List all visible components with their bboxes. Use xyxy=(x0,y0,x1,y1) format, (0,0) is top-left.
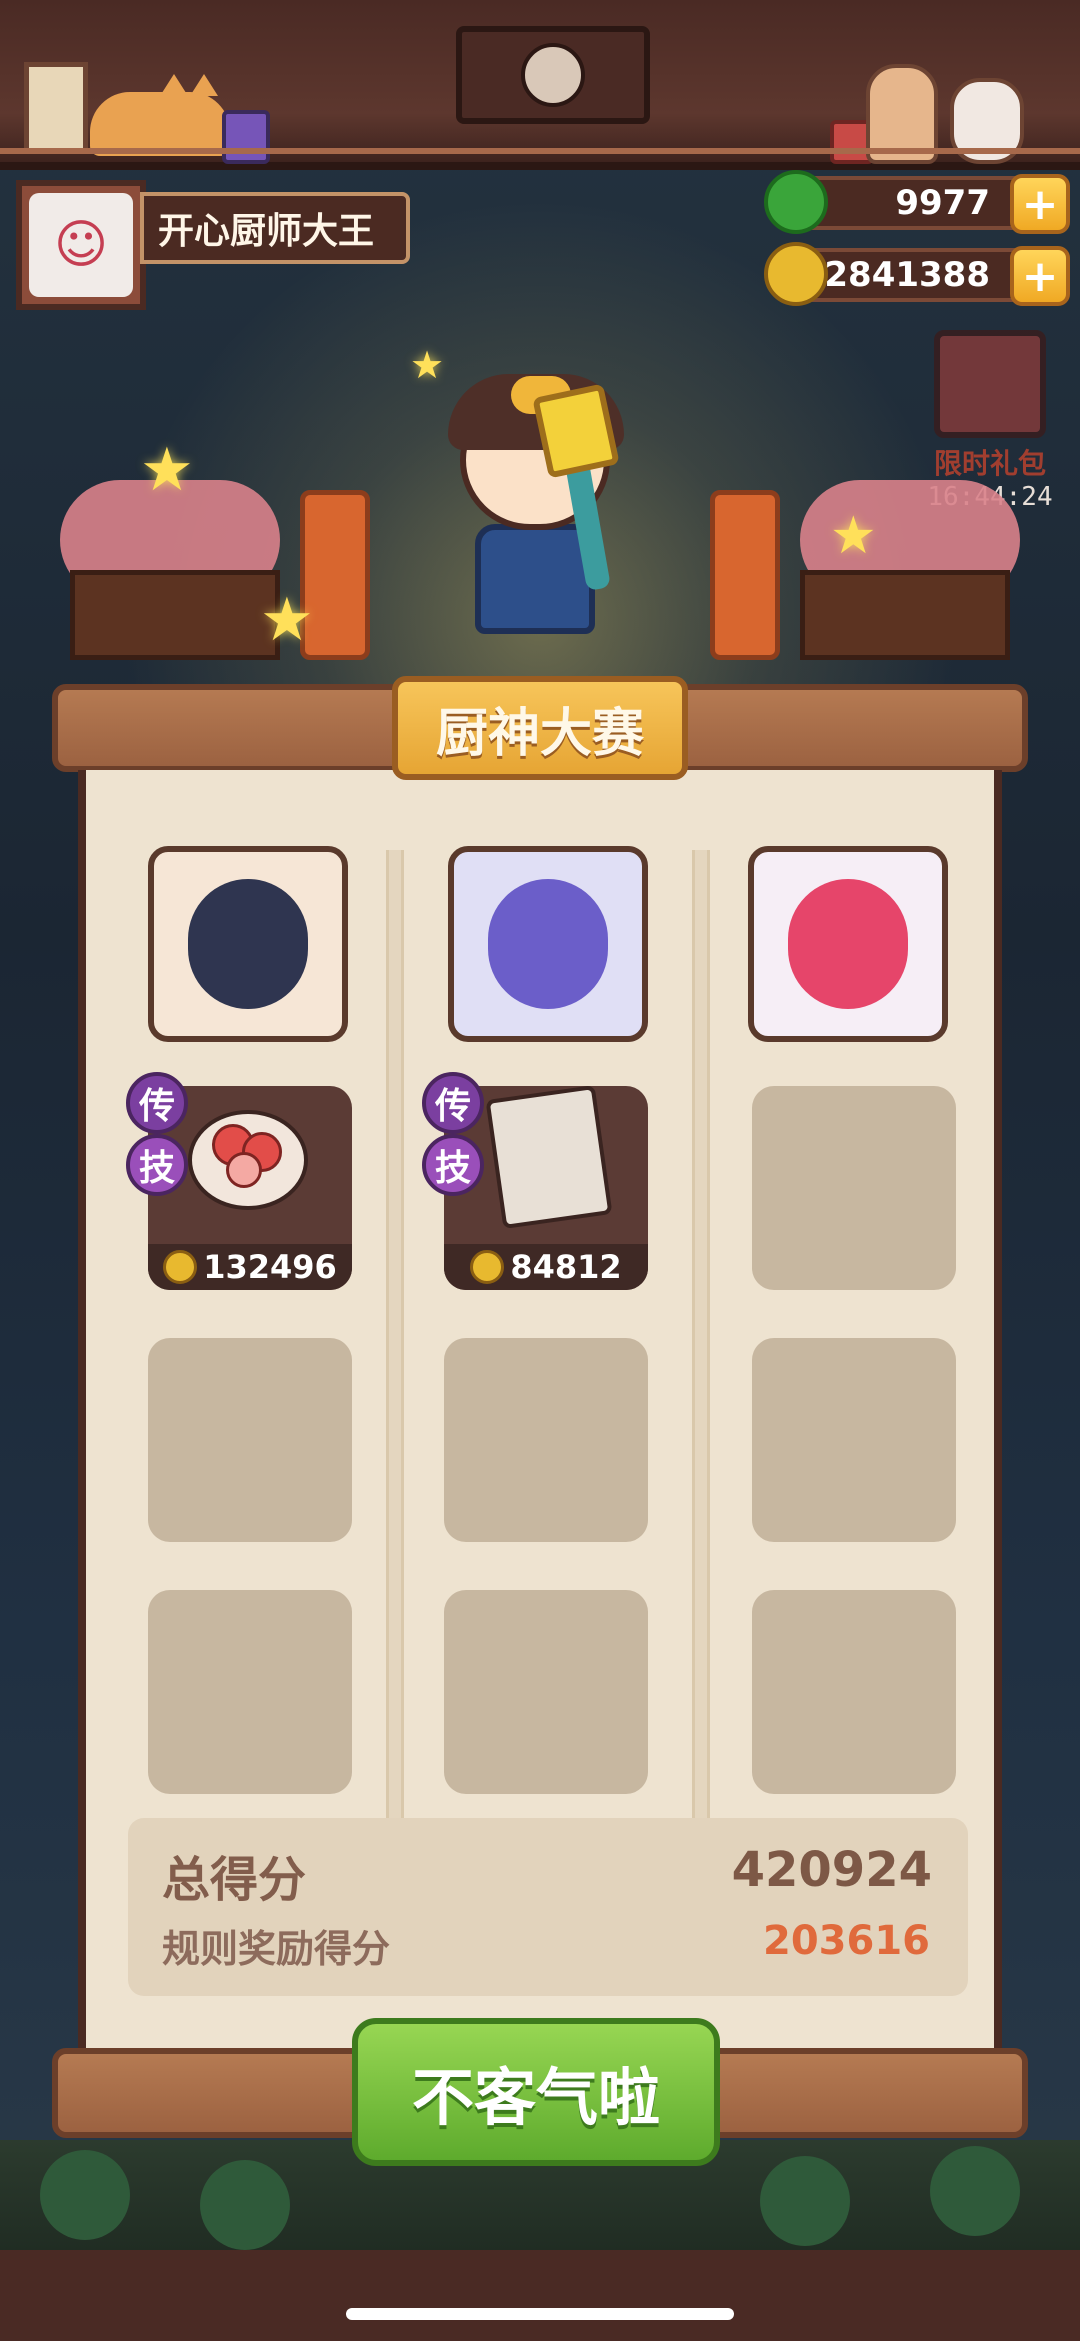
jade-coin-icon xyxy=(764,170,828,234)
total-score-label: 总得分 xyxy=(162,1852,307,1908)
star-icon: ★ xyxy=(410,343,445,387)
jar-icon xyxy=(222,110,270,164)
gold-currency: 2841388 + xyxy=(764,242,1070,306)
game-scene: ☺ 开心厨师大王 9977 + 2841388 + 限时礼包 16:44:24 … xyxy=(0,0,1080,2341)
star-icon: ★ xyxy=(830,506,877,566)
scroll-recipe-icon xyxy=(485,1084,613,1230)
player-avatar[interactable]: ☺ xyxy=(16,180,146,310)
coin-amount: 132496 xyxy=(203,1248,337,1286)
home-indicator[interactable] xyxy=(346,2308,734,2320)
add-jade-button[interactable]: + xyxy=(1010,174,1070,234)
bonus-score-label: 规则奖励得分 xyxy=(162,1927,391,1971)
empty-slot[interactable] xyxy=(752,1086,956,1290)
empty-slot[interactable] xyxy=(444,1590,648,1794)
chef-portrait-3[interactable] xyxy=(748,846,948,1042)
skill-badge: 技 xyxy=(126,1134,188,1196)
player-name: 开心厨师大王 xyxy=(140,192,410,264)
dish-coin-value: 84812 xyxy=(444,1244,648,1290)
gold-coin-icon xyxy=(470,1250,505,1284)
empty-slot[interactable] xyxy=(752,1590,956,1794)
top-shelf xyxy=(0,0,1080,170)
contest-board: 132496 传 技 84812 传 技 总得分 420924 规则奖励得分 2 xyxy=(78,770,1002,2050)
three-eyed-chef-portrait-icon xyxy=(488,879,608,1009)
gold-coin-icon xyxy=(163,1250,198,1284)
legend-badge: 传 xyxy=(422,1072,484,1134)
chef-portrait-2[interactable] xyxy=(448,846,648,1042)
star-icon: ★ xyxy=(140,435,194,505)
legend-badge: 传 xyxy=(126,1072,188,1134)
gold-amount: 2841388 xyxy=(824,255,990,295)
skill-badge: 技 xyxy=(422,1134,484,1196)
fence-icon xyxy=(70,570,280,660)
jade-currency: 9977 + xyxy=(764,170,1070,234)
empty-slot[interactable] xyxy=(148,1590,352,1794)
jade-amount: 9977 xyxy=(895,183,990,223)
raccoon-sign-icon xyxy=(456,26,650,124)
empty-slot[interactable] xyxy=(444,1338,648,1542)
pillar-icon xyxy=(710,490,780,660)
total-score-value: 420924 xyxy=(731,1842,932,1898)
add-gold-button[interactable]: + xyxy=(1010,246,1070,306)
sleeping-cat-icon xyxy=(90,74,230,156)
contest-title: 厨神大赛 xyxy=(392,676,688,780)
empty-slot[interactable] xyxy=(752,1338,956,1542)
dish-coin-value: 132496 xyxy=(148,1244,352,1290)
gold-coin-icon xyxy=(764,242,828,306)
paw-frame-icon xyxy=(24,62,88,154)
chef-portrait-1[interactable] xyxy=(148,846,348,1042)
chef-girl-avatar-icon: ☺ xyxy=(29,193,133,297)
bonus-score-value: 203616 xyxy=(763,1918,930,1964)
bottom-bar xyxy=(0,2250,1080,2341)
confirm-button[interactable]: 不客气啦 xyxy=(352,2018,720,2166)
scholar-chef-portrait-icon xyxy=(188,879,308,1009)
fruit-platter-icon xyxy=(188,1110,308,1210)
score-panel: 总得分 420924 规则奖励得分 203616 xyxy=(128,1818,968,1996)
star-icon: ★ xyxy=(260,585,314,655)
fence-icon xyxy=(800,570,1010,660)
empty-slot[interactable] xyxy=(148,1338,352,1542)
gift-box-icon xyxy=(934,330,1046,438)
coin-amount: 84812 xyxy=(510,1248,622,1286)
pink-hair-chef-portrait-icon xyxy=(788,879,908,1009)
